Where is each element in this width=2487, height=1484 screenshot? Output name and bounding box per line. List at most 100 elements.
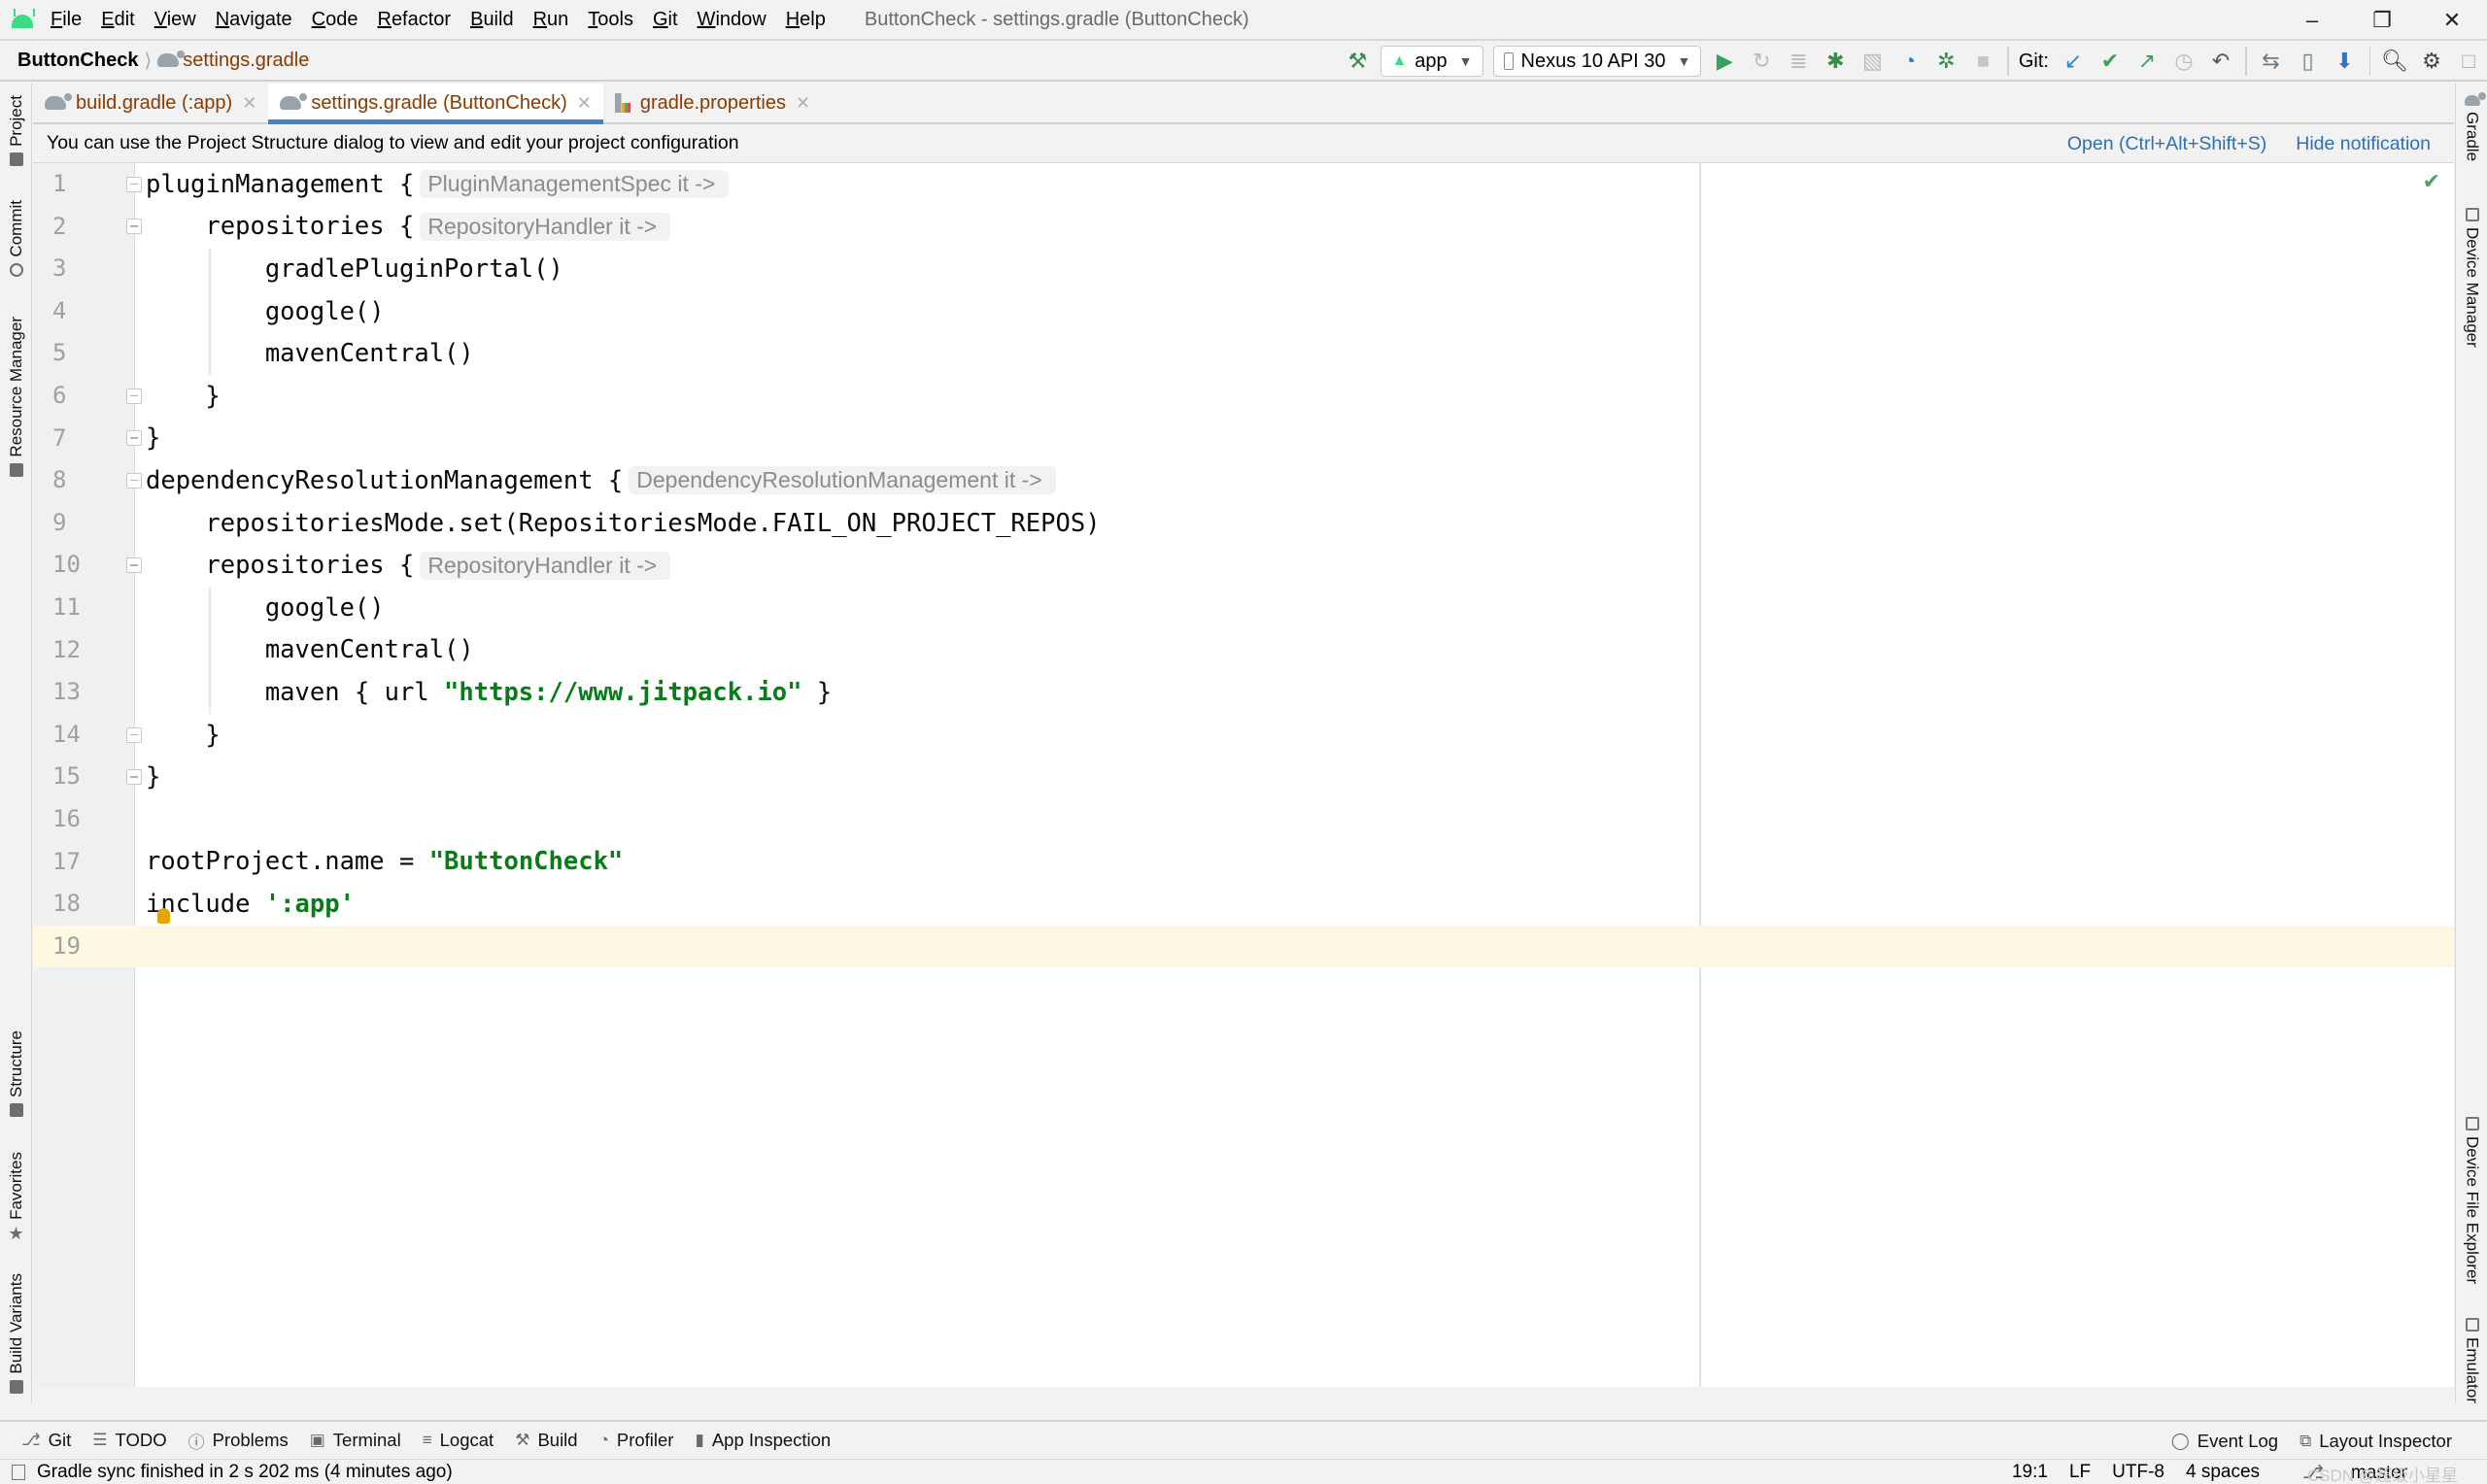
code-line[interactable]: 17 rootProject.name = "ButtonCheck" <box>33 841 2454 884</box>
line-number[interactable]: 4 <box>33 290 135 333</box>
tab-build-gradle-app[interactable]: build.gradle (:app) ✕ <box>33 84 268 122</box>
intention-lightbulb-icon[interactable] <box>157 908 170 925</box>
tool-tab-device-file-explorer[interactable]: Device File Explorer <box>2456 1111 2487 1284</box>
git-history-icon[interactable]: ◷ <box>2165 43 2202 80</box>
run-icon[interactable]: ▶ <box>1706 43 1743 80</box>
tool-window-problems[interactable]: ⓘ Problems <box>188 1429 289 1453</box>
tool-tab-emulator[interactable]: Emulator <box>2456 1312 2487 1403</box>
code-line[interactable]: 3 gradlePluginPortal() <box>33 248 2454 290</box>
line-separator[interactable]: LF <box>2069 1462 2091 1483</box>
code-line[interactable]: 12 mavenCentral() <box>33 629 2454 672</box>
make-project-hammer-icon[interactable]: ⚒ <box>1339 43 1376 80</box>
inlay-type-hint[interactable]: PluginManagementSpec it -> <box>420 170 730 199</box>
tool-window-build[interactable]: ⚒ Build <box>515 1430 577 1451</box>
caret-position[interactable]: 19:1 <box>2012 1462 2048 1483</box>
code-line[interactable]: 14 } <box>33 714 2454 757</box>
fold-collapse-icon[interactable] <box>126 219 142 235</box>
tool-window-git[interactable]: ⎇ Git <box>21 1430 71 1451</box>
code-line[interactable]: 10 repositories {RepositoryHandler it -> <box>33 544 2454 587</box>
settings-gear-icon[interactable]: ⚙ <box>2413 43 2450 80</box>
search-icon[interactable]: 🔍︎ <box>2376 43 2413 80</box>
git-update-icon[interactable]: ↙ <box>2055 43 2092 80</box>
tool-tab-structure[interactable]: Structure <box>0 1030 32 1123</box>
run-configuration-dropdown[interactable]: ▲ app ▼ <box>1380 46 1483 77</box>
fold-collapse-icon[interactable] <box>126 557 142 574</box>
stop-icon[interactable]: ■ <box>1964 43 2001 80</box>
inlay-type-hint[interactable]: DependencyResolutionManagement it -> <box>629 466 1056 495</box>
tool-window-event-log[interactable]: ◯ Event Log <box>2171 1431 2278 1452</box>
menu-navigate[interactable]: Navigate <box>216 9 292 31</box>
line-number[interactable]: 15 <box>33 756 135 798</box>
toggle-tool-windows-icon[interactable] <box>12 1464 25 1480</box>
code-line[interactable]: 2 repositories {RepositoryHandler it -> <box>33 206 2454 249</box>
fold-end-icon[interactable] <box>126 388 142 404</box>
tool-tab-resource-manager[interactable]: Resource Manager <box>0 317 32 483</box>
menu-run[interactable]: Run <box>533 9 569 31</box>
line-number[interactable]: 11 <box>33 587 135 629</box>
attach-debugger-icon[interactable]: ✲ <box>1927 43 1964 80</box>
line-number[interactable]: 14 <box>33 714 135 757</box>
indent-setting[interactable]: 4 spaces <box>2186 1462 2260 1483</box>
apply-changes-restart-icon[interactable]: ↻ <box>1743 43 1780 80</box>
line-number[interactable]: 16 <box>33 798 135 841</box>
close-tab-icon[interactable]: ✕ <box>577 93 592 114</box>
breadcrumb-project[interactable]: ButtonCheck <box>17 50 138 72</box>
line-number[interactable]: 1 <box>33 163 135 206</box>
tool-tab-device-manager[interactable]: Device Manager <box>2456 202 2487 348</box>
breadcrumb-file[interactable]: settings.gradle <box>183 50 309 72</box>
minimize-button[interactable]: – <box>2277 0 2347 41</box>
profile-icon[interactable]: ◔ <box>1891 43 1927 80</box>
fold-collapse-icon[interactable] <box>126 176 142 192</box>
menu-help[interactable]: Help <box>786 9 826 31</box>
fold-collapse-icon[interactable] <box>126 472 142 489</box>
code-line[interactable]: 18 include ':app' <box>33 883 2454 926</box>
inlay-type-hint[interactable]: RepositoryHandler it -> <box>420 212 671 241</box>
code-line[interactable]: 16 <box>33 798 2454 841</box>
close-window-button[interactable]: ✕ <box>2417 0 2487 41</box>
line-number[interactable]: 13 <box>33 671 135 714</box>
tool-window-todo[interactable]: ☰ TODO <box>92 1430 166 1451</box>
line-number[interactable]: 7 <box>33 418 135 460</box>
tab-settings-gradle[interactable]: settings.gradle (ButtonCheck) ✕ <box>268 84 603 124</box>
code-line[interactable]: 7} <box>33 418 2454 460</box>
device-dropdown[interactable]: Nexus 10 API 30 ▼ <box>1492 46 1702 77</box>
tool-tab-favorites[interactable]: Favorites ★ <box>0 1152 32 1244</box>
code-line[interactable]: 11 google() <box>33 587 2454 629</box>
code-line[interactable]: 9 repositoriesMode.set(RepositoriesMode.… <box>33 502 2454 545</box>
run-with-coverage-icon[interactable]: ▧ <box>1854 43 1891 80</box>
line-number[interactable]: 9 <box>33 502 135 545</box>
file-encoding[interactable]: UTF-8 <box>2112 1462 2164 1483</box>
line-number[interactable]: 5 <box>33 332 135 375</box>
git-push-icon[interactable]: ↗ <box>2129 43 2165 80</box>
tool-window-profiler[interactable]: ◔ Profiler <box>599 1430 674 1451</box>
fold-end-icon[interactable] <box>126 726 142 743</box>
code-line[interactable]: 6 } <box>33 375 2454 418</box>
line-number[interactable]: 10 <box>33 544 135 587</box>
fold-end-icon[interactable] <box>126 430 142 447</box>
line-number[interactable]: 18 <box>33 883 135 926</box>
hide-notification-link[interactable]: Hide notification <box>2296 133 2431 155</box>
tool-tab-project[interactable]: Project <box>0 95 32 172</box>
code-line[interactable]: 19 <box>33 925 2454 968</box>
git-rollback-icon[interactable]: ↶ <box>2202 43 2239 80</box>
close-tab-icon[interactable]: ✕ <box>796 93 810 114</box>
tool-window-layout-inspector[interactable]: ⧉ Layout Inspector <box>2300 1431 2452 1452</box>
menu-view[interactable]: View <box>154 9 196 31</box>
open-project-structure-link[interactable]: Open (Ctrl+Alt+Shift+S) <box>2067 133 2266 155</box>
restore-button[interactable]: ❐ <box>2347 0 2417 41</box>
code-line[interactable]: 1 pluginManagement {PluginManagementSpec … <box>33 163 2454 206</box>
debug-icon[interactable]: ✱ <box>1817 43 1854 80</box>
tool-tab-build-variants[interactable]: Build Variants <box>0 1273 32 1400</box>
tool-tab-commit[interactable]: Commit <box>0 200 32 283</box>
fold-end-icon[interactable] <box>126 769 142 786</box>
code-line[interactable]: 8 dependencyResolutionManagement {Depende… <box>33 459 2454 502</box>
line-number[interactable]: 12 <box>33 629 135 672</box>
menu-code[interactable]: Code <box>312 9 358 31</box>
device-manager-icon[interactable]: ▯ <box>2290 43 2327 80</box>
close-tab-icon[interactable]: ✕ <box>242 93 256 114</box>
menu-refactor[interactable]: Refactor <box>377 9 451 31</box>
line-number[interactable]: 17 <box>33 841 135 884</box>
status-message[interactable]: Gradle sync finished in 2 s 202 ms (4 mi… <box>37 1462 453 1483</box>
git-commit-icon[interactable]: ✔ <box>2092 43 2129 80</box>
tool-window-app-inspection[interactable]: ▮ App Inspection <box>695 1430 831 1451</box>
